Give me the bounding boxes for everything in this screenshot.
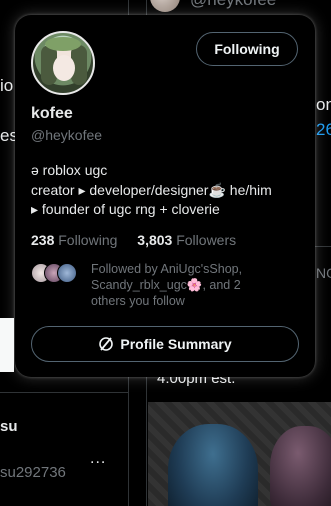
followers-count: 3,803 xyxy=(137,232,173,248)
bio-line: ▸ founder of ugc rng + cloverie xyxy=(31,201,220,217)
background-user-name[interactable]: su xyxy=(0,418,18,435)
bio-line: creator ▸ developer/designer☕ he/him xyxy=(31,181,272,198)
profile-handle[interactable]: @heykofee xyxy=(31,127,102,143)
grok-icon xyxy=(99,337,114,351)
avatar-face xyxy=(53,55,75,81)
profile-avatar[interactable] xyxy=(31,31,95,95)
divider xyxy=(0,392,128,393)
following-button[interactable]: Following xyxy=(196,32,298,66)
background-media xyxy=(0,318,14,372)
hair-accessory-image xyxy=(270,426,331,506)
profile-name[interactable]: kofee xyxy=(31,105,73,123)
background-text: io xyxy=(0,76,14,95)
profile-bio: ə roblox ugc creator ▸ developer/designe… xyxy=(31,161,306,220)
background-text: NG xyxy=(316,265,331,281)
background-link[interactable]: 26 xyxy=(316,120,331,140)
followers-label: Followers xyxy=(176,232,237,248)
hair-accessory-image xyxy=(168,424,258,506)
profile-summary-button[interactable]: Profile Summary xyxy=(31,326,299,362)
avatar-hat xyxy=(45,37,81,51)
follower-avatar xyxy=(57,263,77,283)
background-text: on xyxy=(316,95,331,114)
followed-by-text: Followed by AniUgc'sShop, Scandy_rblx_ug… xyxy=(91,262,243,308)
avatar[interactable] xyxy=(150,0,180,12)
following-link[interactable]: 238 Following xyxy=(31,232,133,248)
following-count: 238 xyxy=(31,232,55,248)
follow-counts: 238 Following 3,803 Followers xyxy=(31,232,252,248)
profile-hover-card: Following kofee @heykofee ə roblox ugc c… xyxy=(15,15,315,377)
followers-link[interactable]: 3,803 Followers xyxy=(137,232,252,248)
background-handle: @heykofee xyxy=(190,0,276,10)
post-image[interactable] xyxy=(148,402,331,506)
bio-line: ə roblox ugc xyxy=(31,162,108,178)
following-label: Following xyxy=(58,232,118,248)
more-options-icon[interactable]: ... xyxy=(90,450,106,468)
profile-summary-label: Profile Summary xyxy=(120,336,232,352)
background-user-handle: su292736 xyxy=(0,464,66,481)
